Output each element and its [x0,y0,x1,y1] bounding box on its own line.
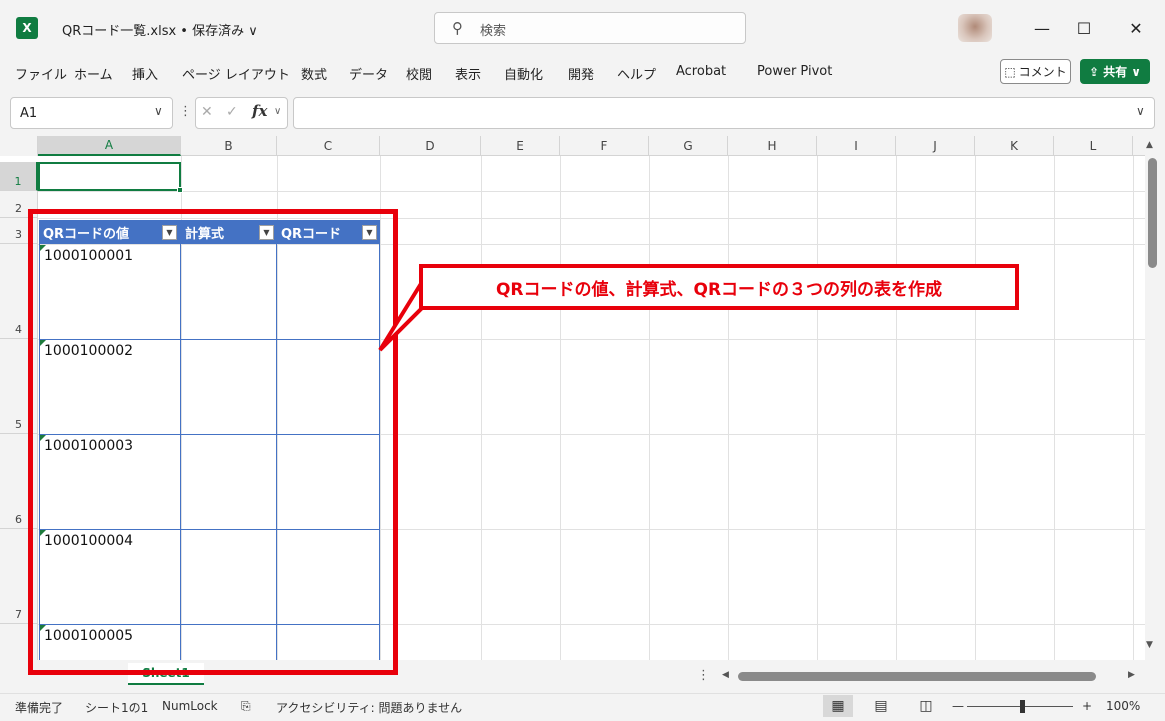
scroll-up-icon[interactable]: ▲ [1146,140,1153,150]
grid-line [1133,156,1134,660]
tab-formulas[interactable]: 数式 [301,64,327,83]
column-header-l[interactable]: L [1054,136,1133,156]
column-header-d[interactable]: D [380,136,481,156]
vertical-scroll-thumb[interactable] [1148,158,1157,268]
grid-line [817,156,818,660]
column-header-a[interactable]: A [38,136,181,156]
comment-label: コメント [1018,65,1067,79]
column-header-b[interactable]: B [181,136,277,156]
annotation-callout: QRコードの値、計算式、QRコードの３つの列の表を作成 [419,264,1019,310]
maximize-button[interactable]: ☐ [1069,14,1099,42]
search-icon: ⚲ [452,19,463,37]
search-placeholder: 検索 [480,24,507,39]
insert-function-icon[interactable]: fx [252,102,267,120]
zoom-slider-thumb[interactable] [1020,700,1025,713]
column-header-k[interactable]: K [975,136,1054,156]
horizontal-scroll-thumb[interactable] [738,672,1096,681]
share-icon: ⇪ [1089,64,1100,79]
comment-button[interactable]: ⬚ コメント [1000,59,1071,84]
document-title[interactable]: QRコード一覧.xlsx • 保存済み ∨ [62,20,258,39]
scroll-down-icon[interactable]: ▼ [1146,640,1153,650]
annotation-frame [28,209,398,675]
column-header-g[interactable]: G [649,136,728,156]
accessibility-status[interactable]: アクセシビリティ: 問題ありません [276,699,462,716]
column-header-f[interactable]: F [560,136,649,156]
tab-power-pivot[interactable]: Power Pivot [757,64,832,79]
status-sheet-count: シート1の1 [85,701,149,715]
tab-page-layout[interactable]: ページ レイアウト [182,64,290,83]
active-cell-a1[interactable] [38,162,181,191]
tab-insert[interactable]: 挿入 [132,64,158,83]
grid-line [560,156,561,660]
tab-automate[interactable]: 自動化 [504,64,543,83]
comment-icon: ⬚ [1004,64,1016,79]
fill-handle[interactable] [177,187,183,193]
scroll-left-icon[interactable]: ◀ [722,670,729,680]
page-break-view-icon[interactable]: ◫ [911,695,941,717]
select-all-corner[interactable] [0,136,38,156]
check-icon[interactable]: ✓ [226,104,238,120]
tab-home[interactable]: ホーム [74,64,113,83]
status-numlock: NumLock [162,699,218,713]
more-icon[interactable]: ⋮ [697,668,710,683]
grid-line [896,156,897,660]
grid-line [728,156,729,660]
column-header-i[interactable]: I [817,136,896,156]
chevron-down-icon[interactable]: ∨ [274,106,281,117]
more-icon[interactable]: ⋮ [179,104,192,119]
tab-developer[interactable]: 開発 [568,64,594,83]
tab-review[interactable]: 校閲 [406,64,432,83]
excel-app-icon[interactable]: X [16,17,38,39]
column-header-j[interactable]: J [896,136,975,156]
grid-line [1054,156,1055,660]
column-header-e[interactable]: E [481,136,560,156]
status-ready: 準備完了 [15,701,64,715]
tab-data[interactable]: データ [349,64,388,83]
tab-help[interactable]: ヘルプ [617,64,656,83]
grid-line [649,156,650,660]
close-button[interactable]: ✕ [1121,14,1151,42]
zoom-out-button[interactable]: — [952,699,964,713]
formula-input[interactable] [293,97,1155,129]
macro-recording-icon[interactable]: ⎘ [241,699,251,714]
zoom-level[interactable]: 100% [1106,699,1140,713]
share-label: 共有 ∨ [1103,65,1141,79]
tab-view[interactable]: 表示 [455,64,481,83]
column-header-h[interactable]: H [728,136,817,156]
tab-acrobat[interactable]: Acrobat [676,64,726,79]
scroll-right-icon[interactable]: ▶ [1128,670,1135,680]
row-header-1[interactable]: 1 [0,162,38,191]
minimize-button[interactable]: — [1027,14,1057,42]
zoom-in-button[interactable]: + [1082,699,1092,713]
grid-line [38,191,1145,192]
normal-view-icon[interactable]: ▦ [823,695,853,717]
avatar[interactable] [958,14,992,42]
annotation-pointer [378,274,425,352]
name-box-value: A1 [20,106,38,121]
grid-line [481,156,482,660]
chevron-down-icon[interactable]: ∨ [154,104,163,118]
share-button[interactable]: ⇪ 共有 ∨ [1080,59,1150,84]
cancel-icon[interactable]: ✕ [201,104,213,120]
grid-line [975,156,976,660]
expand-formula-icon[interactable]: ∨ [1136,104,1145,118]
page-layout-view-icon[interactable]: ▤ [866,695,896,717]
tab-file[interactable]: ファイル [15,64,67,83]
column-header-c[interactable]: C [277,136,380,156]
